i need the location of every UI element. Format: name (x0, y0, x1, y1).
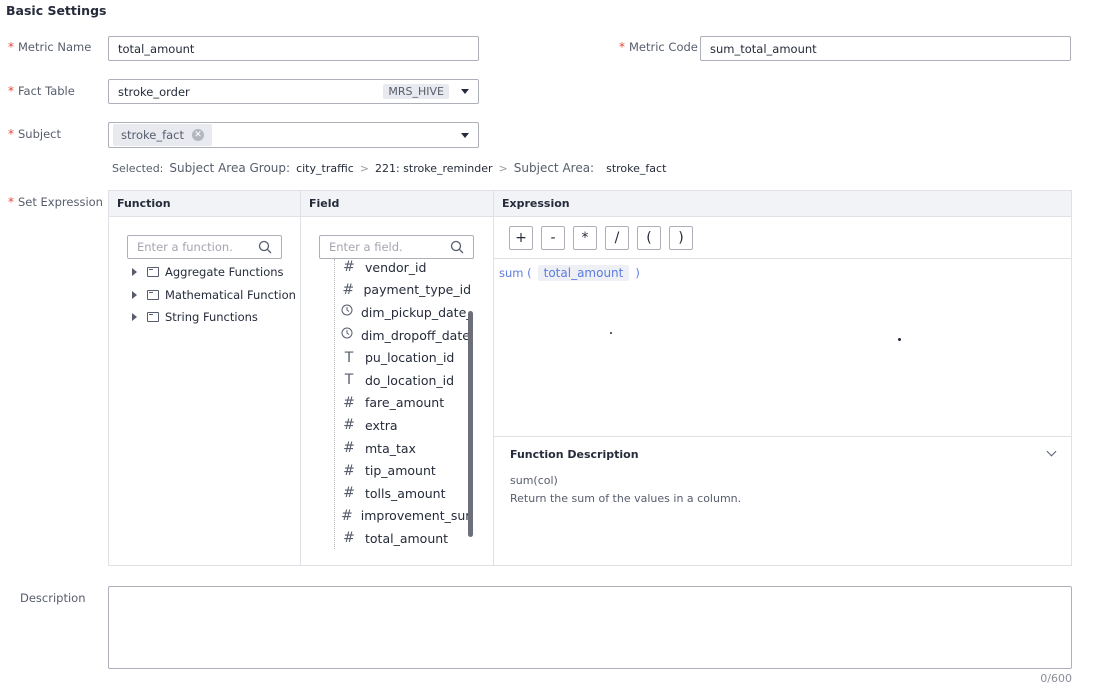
description-textarea[interactable] (108, 586, 1072, 669)
number-type-icon: # (343, 394, 355, 411)
subject-select[interactable]: stroke_fact ✕ (108, 122, 479, 148)
expression-input[interactable]: sum ( total_amount ) (494, 259, 1071, 437)
number-type-icon: # (343, 259, 355, 276)
number-type-icon: # (343, 440, 355, 457)
cursor-dot (610, 332, 612, 334)
expand-arrow-icon[interactable] (132, 268, 137, 277)
tree-guide-line (334, 259, 335, 549)
text-type-icon: T (344, 349, 354, 366)
operator-toolbar: + - * / ( ) (509, 226, 693, 250)
header-divider (109, 216, 1071, 217)
metric-name-label: * Metric Name (8, 40, 92, 54)
folder-icon (147, 289, 159, 300)
tree-item-aggregate-functions[interactable]: Aggregate Functions (132, 261, 296, 284)
section-title: Basic Settings (6, 3, 107, 18)
dropdown-caret-icon[interactable] (461, 132, 469, 138)
operator-open-paren-button[interactable]: ( (637, 226, 661, 250)
subject-label: * Subject (8, 127, 61, 141)
number-type-icon: # (343, 530, 355, 547)
required-asterisk: * (8, 195, 14, 209)
operator-multiply-button[interactable]: * (573, 226, 597, 250)
search-icon[interactable] (258, 240, 272, 254)
chevron-down-icon[interactable] (1046, 446, 1057, 457)
folder-icon (147, 267, 159, 278)
required-asterisk: * (8, 84, 14, 98)
expression-content: sum ( total_amount ) (499, 265, 640, 281)
fact-table-label: * Fact Table (8, 84, 75, 98)
tree-item-string-functions[interactable]: String Functions (132, 306, 296, 329)
field-item-payment-type-id[interactable]: # payment_type_id (341, 279, 471, 302)
field-item-tip-amount[interactable]: # tip_amount (341, 459, 471, 482)
field-item-total-amount[interactable]: # total_amount (341, 527, 471, 548)
clock-icon (341, 304, 353, 320)
number-type-icon: # (343, 485, 355, 502)
field-item-improvement-surcharge[interactable]: # improvement_surc (341, 505, 471, 528)
field-item-tolls-amount[interactable]: # tolls_amount (341, 482, 471, 505)
fact-table-select[interactable]: stroke_order MRS_HIVE (108, 79, 479, 104)
function-column-header: Function (117, 197, 171, 210)
operator-plus-button[interactable]: + (509, 226, 533, 250)
expand-arrow-icon[interactable] (132, 290, 137, 299)
metric-name-input[interactable]: total_amount (108, 36, 479, 61)
description-char-counter: 0/600 (1040, 672, 1072, 685)
function-description-title: Function Description (510, 448, 639, 461)
operator-close-paren-button[interactable]: ) (669, 226, 693, 250)
number-type-icon: # (343, 417, 355, 434)
expression-editor: Function Field Expression Enter a functi… (108, 190, 1072, 566)
fact-table-value: stroke_order (118, 84, 190, 99)
function-description-text: Return the sum of the values in a column… (510, 492, 742, 505)
function-description-panel: Function Description sum(col) Return the… (494, 437, 1071, 565)
remove-chip-icon[interactable]: ✕ (192, 129, 205, 141)
field-list-scrollbar[interactable] (468, 311, 473, 537)
function-tree: Aggregate Functions Mathematical Functio… (132, 261, 296, 329)
subject-chip: stroke_fact ✕ (113, 124, 213, 146)
tree-item-mathematical-function[interactable]: Mathematical Function (132, 284, 296, 307)
field-item-pu-location-id[interactable]: Tpu_location_id (341, 346, 471, 369)
clock-icon (341, 327, 353, 343)
metric-code-input[interactable]: sum_total_amount (700, 36, 1071, 61)
expression-field-token[interactable]: total_amount (537, 265, 630, 281)
set-expression-label: * Set Expression (8, 195, 103, 209)
expression-editor-header: Function Field Expression (109, 191, 1071, 216)
field-item-extra[interactable]: # extra (341, 414, 471, 437)
field-item-dim-pickup-date[interactable]: dim_pickup_date_k (341, 301, 471, 324)
dropdown-caret-icon[interactable] (461, 89, 469, 94)
column-divider (300, 191, 301, 565)
field-column-header: Field (309, 197, 340, 210)
folder-icon (147, 312, 159, 323)
operator-minus-button[interactable]: - (541, 226, 565, 250)
expression-function-token: sum ( (499, 266, 532, 280)
text-type-icon: T (344, 372, 354, 389)
metric-code-value: sum_total_amount (710, 41, 817, 56)
required-asterisk: * (8, 127, 14, 141)
search-icon[interactable] (450, 240, 464, 254)
description-label: Description (20, 591, 86, 605)
function-search-placeholder: Enter a function. (137, 240, 233, 254)
expression-column-header: Expression (502, 197, 570, 210)
number-type-icon: # (343, 462, 355, 479)
mrs-hive-tag: MRS_HIVE (383, 84, 449, 99)
expand-arrow-icon[interactable] (132, 313, 137, 322)
metric-name-value: total_amount (118, 41, 195, 56)
required-asterisk: * (619, 40, 625, 54)
field-item-mta-tax[interactable]: # mta_tax (341, 437, 471, 460)
function-search-input[interactable]: Enter a function. (127, 235, 282, 259)
metric-code-label: * Metric Code (619, 40, 698, 54)
required-asterisk: * (8, 40, 14, 54)
function-signature: sum(col) (510, 474, 558, 487)
field-search-placeholder: Enter a field. (329, 240, 403, 254)
field-list: # vendor_id # payment_type_id dim_pickup_d… (341, 256, 471, 548)
expression-close-token: ) (635, 266, 640, 280)
number-type-icon: # (341, 507, 353, 524)
cursor-dot (898, 338, 901, 341)
field-item-vendor-id[interactable]: # vendor_id (341, 256, 471, 279)
field-item-fare-amount[interactable]: # fare_amount (341, 392, 471, 415)
operator-divide-button[interactable]: / (605, 226, 629, 250)
selected-breadcrumb: Selected: Subject Area Group: city_traff… (112, 161, 667, 175)
field-item-do-location-id[interactable]: Tdo_location_id (341, 369, 471, 392)
number-type-icon: # (342, 281, 355, 298)
field-item-dim-dropoff-date[interactable]: dim_dropoff_date_ (341, 324, 471, 347)
